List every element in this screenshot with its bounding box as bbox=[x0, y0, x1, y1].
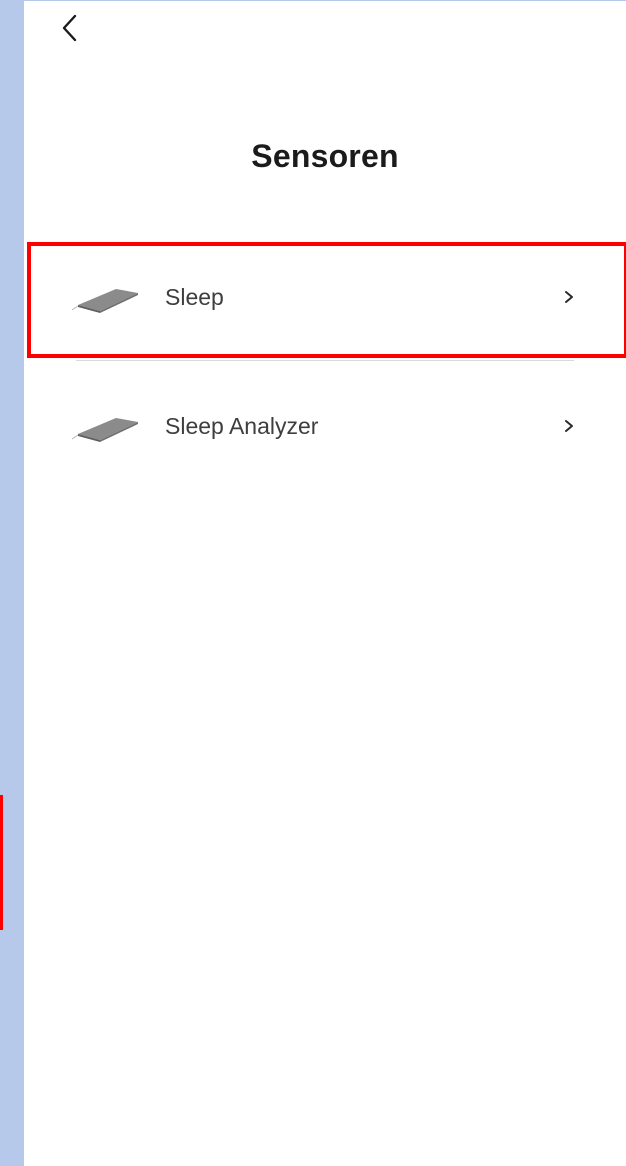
sleep-mat-icon bbox=[72, 289, 138, 313]
app-screen: Sensoren Sleep Sleep Analyzer bbox=[0, 0, 626, 1166]
sensor-item-label: Sleep bbox=[165, 283, 224, 310]
left-edge-strip bbox=[0, 0, 24, 1166]
list-divider bbox=[76, 360, 574, 361]
left-edge-marker bbox=[0, 795, 3, 930]
back-button[interactable] bbox=[52, 8, 88, 48]
chevron-right-icon bbox=[565, 420, 573, 432]
sensor-list: Sleep Sleep Analyzer bbox=[24, 238, 626, 496]
chevron-left-icon bbox=[62, 14, 77, 42]
page-title: Sensoren bbox=[251, 138, 399, 174]
sleep-mat-icon bbox=[72, 418, 138, 442]
chevron-right-icon bbox=[565, 291, 573, 303]
sensor-item-sleep-analyzer[interactable]: Sleep Analyzer bbox=[24, 356, 626, 496]
sensor-item-sleep[interactable]: Sleep bbox=[24, 238, 626, 356]
top-border bbox=[24, 0, 626, 1]
sensor-item-label: Sleep Analyzer bbox=[165, 412, 319, 439]
